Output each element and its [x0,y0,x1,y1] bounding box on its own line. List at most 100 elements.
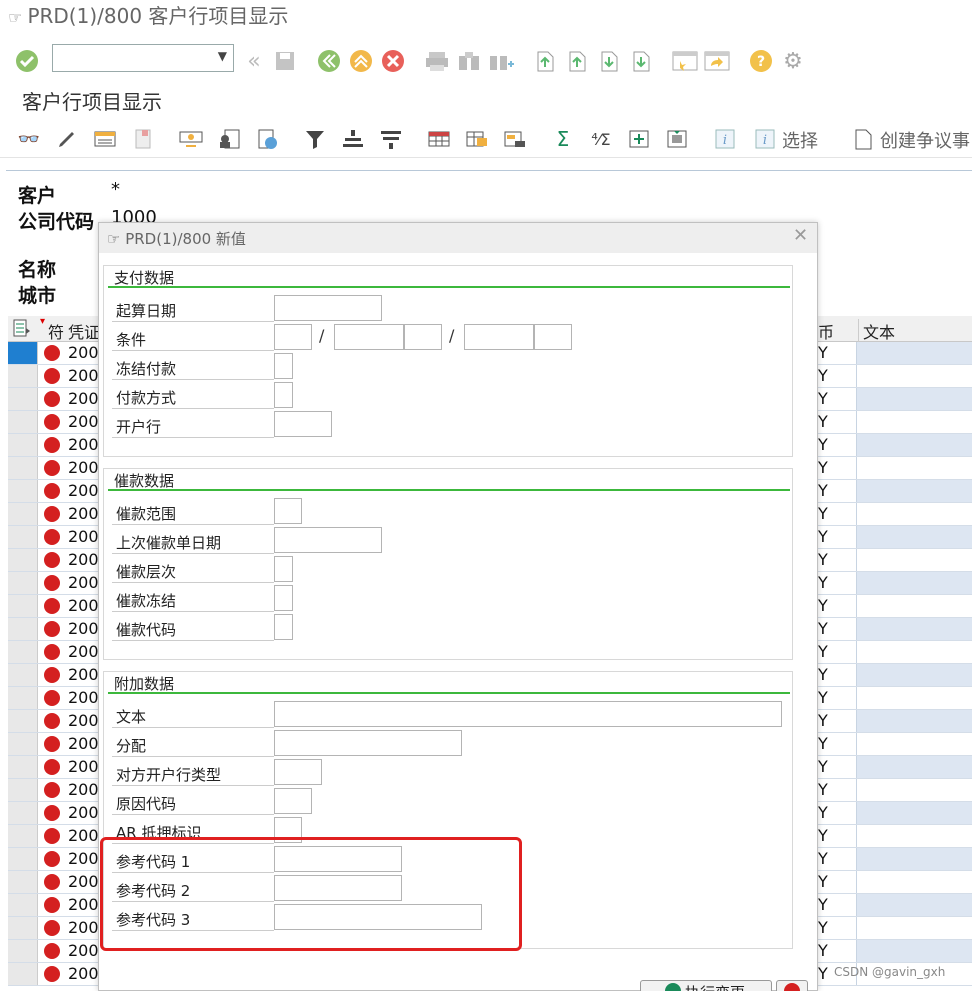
layout-icon[interactable] [426,126,452,152]
text-cell[interactable] [856,411,972,433]
terms-field-3[interactable] [404,324,442,350]
text-cell[interactable] [856,802,972,824]
first-page-icon[interactable] [532,48,558,74]
col-symbol[interactable]: 符 [48,319,64,343]
subtotal-item-icon[interactable] [664,126,690,152]
text-cell[interactable] [856,917,972,939]
exit-icon[interactable] [348,48,374,74]
cancel-icon[interactable] [380,48,406,74]
note-icon[interactable] [130,126,156,152]
payment-method-field[interactable] [274,382,293,408]
select-info-icon[interactable]: i [752,126,778,152]
text-cell[interactable] [856,664,972,686]
close-icon[interactable]: ✕ [793,225,808,246]
info-icon[interactable]: i [712,126,738,152]
col-text[interactable]: 文本 [858,319,895,343]
text-cell[interactable] [856,388,972,410]
document-globe-icon[interactable] [254,126,280,152]
text-cell[interactable] [856,687,972,709]
row-selector[interactable] [8,940,38,962]
print-icon[interactable] [424,48,450,74]
choose-layout-icon[interactable] [502,126,528,152]
enter-icon[interactable] [14,48,40,74]
payment-block-field[interactable] [274,353,293,379]
text-cell[interactable] [856,526,972,548]
row-selector[interactable] [8,411,38,433]
row-selector[interactable] [8,917,38,939]
row-selector[interactable] [8,595,38,617]
text-cell[interactable] [856,595,972,617]
text-cell[interactable] [856,710,972,732]
settings-icon[interactable]: ⚙ [780,48,806,74]
partner-bank-type-field[interactable] [274,759,322,785]
document-icon[interactable] [850,126,876,152]
text-cell[interactable] [856,825,972,847]
text-cell[interactable] [856,457,972,479]
dunning-level-field[interactable] [274,556,293,582]
row-selector[interactable] [8,687,38,709]
assignment-field[interactable] [274,730,462,756]
text-field[interactable] [274,701,782,727]
dunning-key-field[interactable] [274,614,293,640]
row-selector[interactable] [8,733,38,755]
grid-settings-icon[interactable] [12,318,32,338]
text-cell[interactable] [856,434,972,456]
find-next-icon[interactable] [488,48,514,74]
sort-ascending-icon[interactable] [340,126,366,152]
save-icon[interactable] [272,48,298,74]
row-selector[interactable] [8,457,38,479]
terms-field-4[interactable] [464,324,534,350]
terms-field-2[interactable] [334,324,404,350]
col-currency[interactable]: 币 [818,319,834,343]
sort-descending-icon[interactable] [378,126,404,152]
row-selector[interactable] [8,779,38,801]
text-cell[interactable] [856,641,972,663]
row-selector[interactable] [8,710,38,732]
baseline-date-field[interactable] [274,295,382,321]
text-cell[interactable] [856,549,972,571]
create-dispute-button[interactable]: 创建争议事 [880,127,970,153]
row-selector[interactable] [8,503,38,525]
row-selector[interactable] [8,848,38,870]
text-cell[interactable] [856,618,972,640]
dunning-block-field[interactable] [274,585,293,611]
bank-field[interactable] [274,411,332,437]
row-selector[interactable] [8,618,38,640]
terms-field-5[interactable] [534,324,572,350]
last-dunned-field[interactable] [274,527,382,553]
row-selector[interactable] [8,365,38,387]
row-selector[interactable] [8,388,38,410]
col-document[interactable]: 凭证 [68,319,100,343]
payment-icon[interactable] [178,126,204,152]
row-selector[interactable] [8,871,38,893]
text-cell[interactable] [856,940,972,962]
change-layout-icon[interactable] [464,126,490,152]
row-selector[interactable] [8,342,38,364]
text-cell[interactable] [856,894,972,916]
row-selector[interactable] [8,526,38,548]
row-selector[interactable] [8,641,38,663]
row-selector[interactable] [8,664,38,686]
row-selector[interactable] [8,572,38,594]
cancel-button[interactable] [776,980,808,991]
dunning-area-field[interactable] [274,498,302,524]
last-page-icon[interactable] [628,48,654,74]
row-selector[interactable] [8,434,38,456]
row-selector[interactable] [8,963,38,985]
reason-code-field[interactable] [274,788,312,814]
row-selector[interactable] [8,756,38,778]
insert-total-icon[interactable] [626,126,652,152]
total-icon[interactable]: Σ [550,126,576,152]
row-selector[interactable] [8,894,38,916]
row-selector[interactable] [8,802,38,824]
text-cell[interactable] [856,480,972,502]
back-all-icon[interactable]: « [240,48,268,74]
change-icon[interactable] [54,126,80,152]
subtotal-icon[interactable]: ⁴⁄Σ [588,126,614,152]
help-icon[interactable]: ? [748,48,774,74]
display-icon[interactable]: 👓 [16,126,42,152]
row-selector[interactable] [8,825,38,847]
row-selector[interactable] [8,549,38,571]
customer-icon[interactable] [216,126,242,152]
prev-page-icon[interactable] [564,48,590,74]
